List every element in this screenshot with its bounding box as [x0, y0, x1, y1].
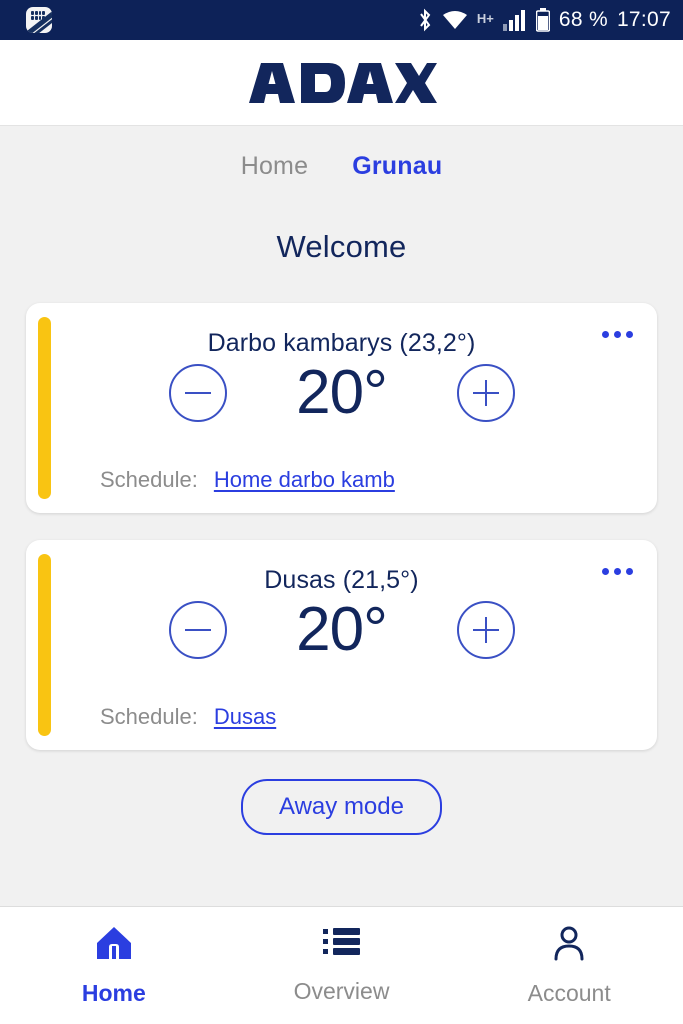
room-title: Dusas (21,5°)	[264, 566, 419, 594]
decrease-temperature-button[interactable]	[168, 364, 227, 422]
nav-item-overview[interactable]: Overview	[228, 925, 456, 1005]
phone-screen: H+ 68 % 17:07 Home Grunau Welcome Darbo …	[0, 0, 683, 1024]
tab-home[interactable]: Home	[241, 152, 309, 181]
room-schedule-row: Schedule: Home darbo kamb	[100, 467, 395, 493]
room-menu-icon[interactable]	[596, 325, 639, 344]
status-bar-right: H+ 68 % 17:07	[417, 8, 671, 32]
room-menu-icon[interactable]	[596, 562, 639, 581]
minus-icon	[184, 629, 211, 631]
room-card[interactable]: Dusas (21,5°) 20° Schedule: Dusas	[26, 540, 657, 750]
cellular-signal-icon	[502, 9, 527, 31]
clock: 17:07	[616, 8, 671, 31]
list-icon	[322, 925, 362, 964]
network-type-label: H+	[476, 11, 494, 26]
schedule-label: Schedule:	[100, 467, 198, 492]
home-selector-tabs: Home Grunau	[241, 152, 443, 181]
status-bar: H+ 68 % 17:07	[0, 0, 683, 40]
wifi-icon	[442, 9, 468, 31]
target-temperature: 20°	[296, 358, 388, 427]
away-mode-row: Away mode	[0, 779, 683, 835]
room-schedule-row: Schedule: Dusas	[100, 704, 276, 730]
plus-icon-vertical	[484, 380, 487, 406]
minus-icon	[184, 392, 211, 394]
room-card[interactable]: Darbo kambarys (23,2°) 20° Schedule: Hom…	[26, 303, 657, 513]
increase-temperature-button[interactable]	[456, 601, 515, 659]
page-title: Welcome	[276, 229, 407, 264]
bottom-navigation: Home Overview Account	[0, 906, 683, 1024]
person-icon	[551, 925, 587, 966]
room-accent-bar	[38, 554, 51, 736]
adax-logo	[247, 61, 437, 105]
decrease-temperature-button[interactable]	[168, 601, 227, 659]
battery-percentage: 68 %	[558, 8, 608, 31]
nav-item-home[interactable]: Home	[0, 925, 228, 1007]
target-temperature: 20°	[296, 595, 388, 664]
tab-grunau[interactable]: Grunau	[352, 152, 442, 181]
app-notification-icon	[26, 7, 52, 33]
room-card-list: Darbo kambarys (23,2°) 20° Schedule: Hom…	[0, 303, 683, 777]
status-bar-left	[26, 7, 52, 33]
plus-icon-vertical	[484, 617, 487, 643]
temperature-controls: 20°	[26, 362, 657, 424]
schedule-link[interactable]: Dusas	[214, 704, 276, 730]
app-header	[0, 40, 683, 126]
increase-temperature-button[interactable]	[456, 364, 515, 422]
away-mode-button[interactable]: Away mode	[241, 779, 442, 835]
nav-label-overview: Overview	[293, 978, 390, 1004]
nav-label-home: Home	[81, 980, 146, 1006]
nav-label-account: Account	[527, 980, 611, 1006]
schedule-link[interactable]: Home darbo kamb	[214, 467, 395, 493]
schedule-label: Schedule:	[100, 704, 198, 729]
bluetooth-icon	[417, 8, 433, 32]
nav-item-account[interactable]: Account	[455, 925, 683, 1007]
battery-icon	[535, 8, 550, 32]
home-icon	[95, 925, 133, 966]
room-title: Darbo kambarys (23,2°)	[207, 329, 476, 357]
main-content: Home Grunau Welcome Darbo kambarys (23,2…	[0, 126, 683, 906]
room-accent-bar	[38, 317, 51, 499]
temperature-controls: 20°	[26, 599, 657, 661]
